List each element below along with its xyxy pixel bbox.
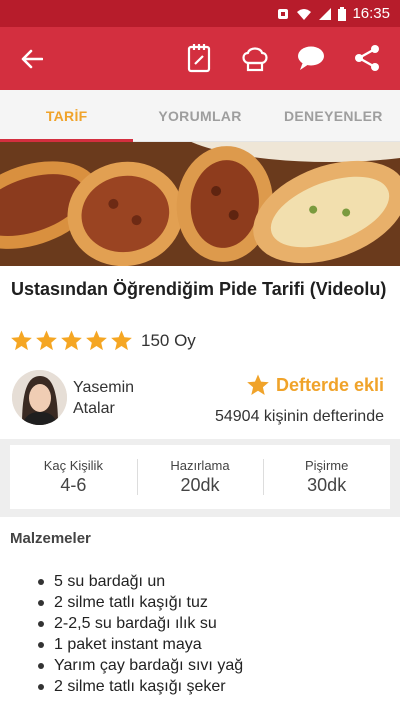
stat-value: 20dk: [180, 475, 220, 495]
star-icon: [111, 330, 132, 351]
notebook-count: 54904 kişinin defterinde: [214, 408, 384, 425]
signal-icon: [318, 7, 332, 21]
chef-hat-icon[interactable]: [236, 39, 274, 77]
battery-icon: [338, 6, 347, 21]
list-item: Yarım çay bardağı sıvı yağ: [38, 655, 243, 676]
back-arrow-icon[interactable]: [16, 43, 48, 75]
ingredients-title: Malzemeler: [10, 530, 91, 547]
stat-label: Kaç Kişilik: [43, 458, 103, 473]
stat-prep: Hazırlama 20dk: [136, 445, 264, 509]
recipe-title: Ustasından Öğrendiğim Pide Tarifi (Video…: [11, 279, 387, 299]
list-item: 2 silme tatlı kaşığı şeker: [38, 676, 243, 697]
avatar[interactable]: [12, 370, 67, 425]
comment-icon[interactable]: [292, 39, 330, 77]
stats-card: Kaç Kişilik 4-6 Hazırlama 20dk Pişirme 3…: [10, 445, 390, 509]
stat-value: 4-6: [60, 475, 87, 495]
list-item: 2 silme tatlı kaşığı tuz: [38, 592, 243, 613]
tab-triers[interactable]: DENEYENLER: [267, 90, 400, 141]
vote-count: 150 Oy: [141, 330, 196, 350]
tab-comments[interactable]: YORUMLAR: [133, 90, 266, 141]
stat-cook: Pişirme 30dk: [263, 445, 390, 509]
star-icon: [11, 330, 32, 351]
star-icon: [61, 330, 82, 351]
stat-servings: Kaç Kişilik 4-6: [10, 445, 137, 509]
status-bar: 16:35: [0, 0, 400, 27]
stat-label: Pişirme: [305, 458, 349, 473]
notebook-label[interactable]: Defterde ekli: [276, 375, 384, 396]
share-icon[interactable]: [348, 39, 386, 77]
notification-icon: [276, 7, 290, 21]
star-icon: [247, 374, 269, 395]
recipe-photo[interactable]: [0, 142, 400, 266]
star-icon: [86, 330, 107, 351]
stat-value: 30dk: [307, 475, 347, 495]
wifi-icon: [296, 7, 312, 21]
ingredients-list: 5 su bardağı un 2 silme tatlı kaşığı tuz…: [38, 571, 243, 697]
list-item: 2-2,5 su bardağı ılık su: [38, 613, 243, 634]
stats-section: Kaç Kişilik 4-6 Hazırlama 20dk Pişirme 3…: [0, 439, 400, 517]
author-name[interactable]: Yasemin Atalar: [73, 377, 153, 419]
tab-bar: TARİF YORUMLAR DENEYENLER: [0, 90, 400, 142]
notebook-status[interactable]: Defterde ekli: [246, 373, 384, 397]
tab-recipe[interactable]: TARİF: [0, 90, 134, 142]
rating[interactable]: 150 Oy: [10, 329, 196, 352]
status-time: 16:35: [352, 5, 390, 22]
list-item: 1 paket instant maya: [38, 634, 243, 655]
stat-label: Hazırlama: [170, 458, 230, 473]
star-icon: [36, 330, 57, 351]
author[interactable]: Yasemin Atalar: [12, 370, 153, 425]
list-item: 5 su bardağı un: [38, 571, 243, 592]
notebook-icon[interactable]: [180, 39, 218, 77]
app-bar: [0, 27, 400, 90]
